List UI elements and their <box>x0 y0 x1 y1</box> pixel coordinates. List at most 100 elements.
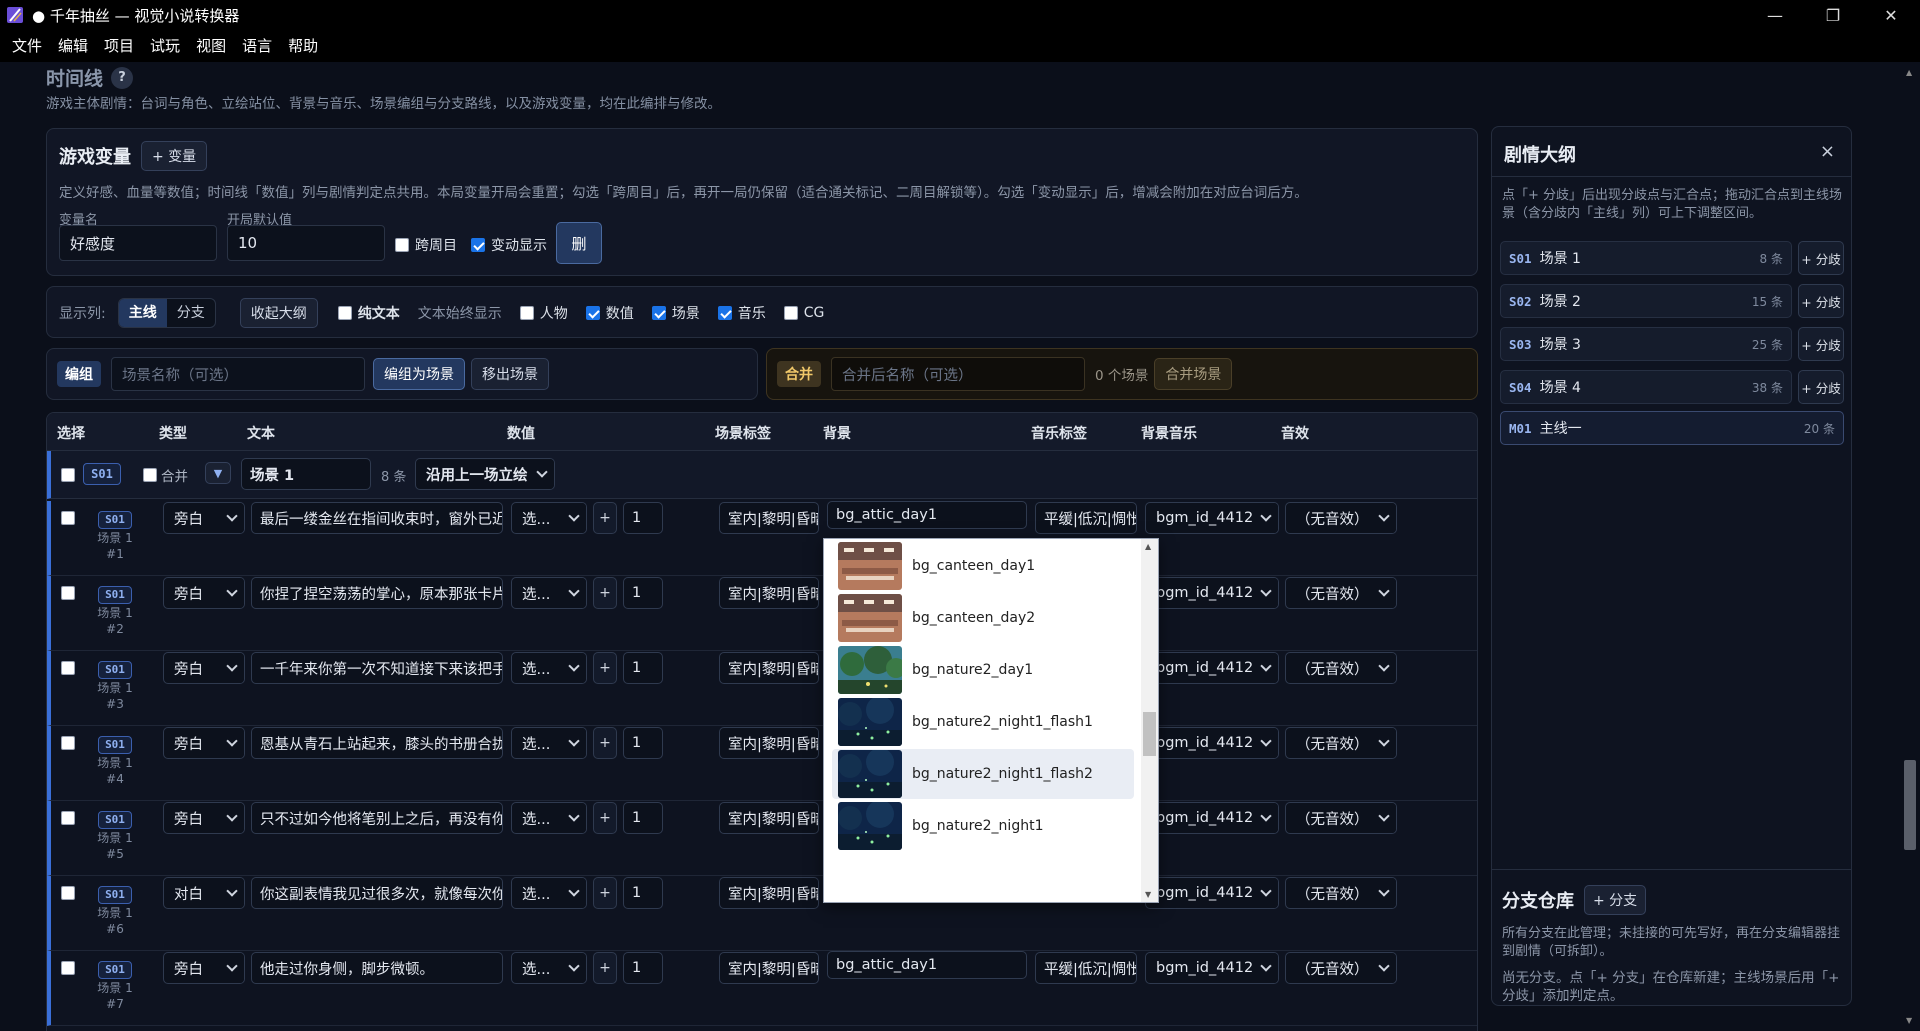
restore-button[interactable]: ❐ <box>1804 0 1862 30</box>
background-input[interactable]: bg_attic_day1 <box>827 951 1027 979</box>
close-window-button[interactable]: ✕ <box>1862 0 1920 30</box>
value-op-button[interactable]: + <box>593 577 617 609</box>
menu-file[interactable]: 文件 <box>4 30 50 62</box>
value-variable-select[interactable]: 选... <box>511 577 587 609</box>
scroll-thumb[interactable] <box>1143 712 1156 756</box>
add-fork-button[interactable]: + 分歧 <box>1798 370 1844 404</box>
scene-tag-input[interactable]: 室内|黎明|昏暗 <box>719 652 819 684</box>
type-select[interactable]: 旁白 <box>163 727 245 759</box>
dialogue-text-input[interactable]: 你捏了捏空荡荡的掌心，原本那张卡片 <box>251 577 503 609</box>
page-scroll-thumb[interactable] <box>1904 760 1916 850</box>
outline-scene-item[interactable]: S01 场景 1 8 条 <box>1500 241 1792 275</box>
background-option[interactable]: bg_nature2_night1_flash1 <box>832 697 1134 747</box>
help-icon[interactable]: ? <box>111 66 134 89</box>
value-box[interactable] <box>585 306 600 320</box>
background-option[interactable]: bg_nature2_night1_flash2 <box>832 749 1134 799</box>
value-op-button[interactable]: + <box>593 802 617 834</box>
dialogue-text-input[interactable]: 最后一缕金丝在指间收束时，窗外已近 <box>251 502 503 534</box>
menu-help[interactable]: 帮助 <box>280 30 326 62</box>
value-variable-select[interactable]: 选... <box>511 502 587 534</box>
value-op-button[interactable]: + <box>593 502 617 534</box>
page-scrollbar[interactable]: ▲ ▼ <box>1900 62 1920 1031</box>
character-checkbox[interactable]: 人物 <box>519 303 568 323</box>
scene-tag-input[interactable]: 室内|黎明|昏暗 <box>719 727 819 759</box>
outline-mainline[interactable]: M01 主线一 20 条 <box>1500 411 1844 445</box>
row-select-checkbox[interactable] <box>61 511 75 525</box>
outline-scene-item[interactable]: S04 场景 4 38 条 <box>1500 370 1792 404</box>
value-op-button[interactable]: + <box>593 952 617 984</box>
value-amount-input[interactable]: 1 <box>623 727 663 759</box>
scene-name-input[interactable]: 场景名称（可选） <box>111 357 365 391</box>
default-value-input[interactable]: 10 <box>227 225 385 261</box>
scene-tag-input[interactable]: 室内|黎明|昏暗 <box>719 952 819 984</box>
background-option[interactable]: bg_nature2_day1 <box>832 645 1134 695</box>
dialogue-text-input[interactable]: 他走过你身侧，脚步微顿。 <box>251 952 503 984</box>
type-select[interactable]: 旁白 <box>163 502 245 534</box>
row-select-checkbox[interactable] <box>61 661 75 675</box>
merged-name-input[interactable]: 合并后名称（可选） <box>831 357 1085 391</box>
value-op-button[interactable]: + <box>593 727 617 759</box>
value-variable-select[interactable]: 选... <box>511 877 587 909</box>
cross-playthrough-box[interactable] <box>395 238 409 252</box>
music-tag-input[interactable]: 平缓|低沉|惆怅 <box>1035 502 1137 534</box>
tab-mainline[interactable]: 主线 <box>118 299 167 327</box>
add-fork-button[interactable]: + 分歧 <box>1798 284 1844 318</box>
delete-variable-button[interactable]: 删 <box>556 222 602 264</box>
dialogue-text-input[interactable]: 你这副表情我见过很多次，就像每次你 <box>251 877 503 909</box>
background-option[interactable]: bg_nature2_night1 <box>832 801 1134 851</box>
scene-tag-input[interactable]: 室内|黎明|昏暗 <box>719 877 819 909</box>
value-amount-input[interactable]: 1 <box>623 877 663 909</box>
group-as-scene-button[interactable]: 编组为场景 <box>373 358 465 390</box>
scene-checkbox[interactable]: 场景 <box>651 303 700 323</box>
cg-box[interactable] <box>783 306 798 320</box>
menu-language[interactable]: 语言 <box>234 30 280 62</box>
cross-playthrough-checkbox[interactable]: 跨周目 <box>395 235 457 255</box>
plain-text-checkbox[interactable]: 纯文本 <box>337 303 400 323</box>
variable-name-input[interactable]: 好感度 <box>59 225 217 261</box>
show-change-box[interactable] <box>471 238 485 252</box>
scene-box[interactable] <box>651 306 666 320</box>
sfx-select[interactable]: （无音效） <box>1285 877 1397 909</box>
dialogue-text-input[interactable]: 只不过如今他将笔别上之后，再没有你 <box>251 802 503 834</box>
value-amount-input[interactable]: 1 <box>623 577 663 609</box>
bgm-select[interactable]: bgm_id_44125 <box>1145 877 1279 909</box>
page-scroll-up-icon[interactable]: ▲ <box>1906 68 1912 77</box>
value-variable-select[interactable]: 选... <box>511 952 587 984</box>
tab-branch[interactable]: 分支 <box>167 299 215 327</box>
scene-tag-input[interactable]: 室内|黎明|昏暗 <box>719 577 819 609</box>
bgm-select[interactable]: bgm_id_44125 <box>1145 952 1279 984</box>
sfx-select[interactable]: （无音效） <box>1285 652 1397 684</box>
menu-playtest[interactable]: 试玩 <box>142 30 188 62</box>
add-variable-button[interactable]: + 变量 <box>141 141 208 171</box>
sfx-select[interactable]: （无音效） <box>1285 802 1397 834</box>
music-checkbox[interactable]: 音乐 <box>717 303 766 323</box>
plain-text-box[interactable] <box>337 306 352 320</box>
type-select[interactable]: 旁白 <box>163 577 245 609</box>
bgm-select[interactable]: bgm_id_44125 <box>1145 577 1279 609</box>
merge-scenes-button[interactable]: 合并场景 <box>1154 358 1233 390</box>
collapse-outline-button[interactable]: 收起大纲 <box>239 298 318 328</box>
scene-merge-checkbox[interactable] <box>143 468 157 482</box>
background-input[interactable]: bg_attic_day1 <box>827 501 1027 529</box>
menu-edit[interactable]: 编辑 <box>50 30 96 62</box>
outline-scene-item[interactable]: S02 场景 2 15 条 <box>1500 284 1792 318</box>
row-select-checkbox[interactable] <box>61 811 75 825</box>
sfx-select[interactable]: （无音效） <box>1285 577 1397 609</box>
background-option[interactable]: bg_canteen_day2 <box>832 593 1134 643</box>
scene-select-checkbox[interactable] <box>61 468 75 482</box>
menu-view[interactable]: 视图 <box>188 30 234 62</box>
character-box[interactable] <box>519 306 534 320</box>
page-scroll-down-icon[interactable]: ▼ <box>1906 1016 1912 1025</box>
scene-tag-input[interactable]: 室内|黎明|昏暗 <box>719 502 819 534</box>
value-variable-select[interactable]: 选... <box>511 652 587 684</box>
row-select-checkbox[interactable] <box>61 586 75 600</box>
show-change-checkbox[interactable]: 变动显示 <box>471 235 547 255</box>
dropdown-scrollbar[interactable]: ▲ ▼ <box>1141 539 1158 902</box>
scroll-up-icon[interactable]: ▲ <box>1145 542 1151 551</box>
value-checkbox[interactable]: 数值 <box>585 303 634 323</box>
value-amount-input[interactable]: 1 <box>623 502 663 534</box>
value-amount-input[interactable]: 1 <box>623 652 663 684</box>
add-fork-button[interactable]: + 分歧 <box>1798 241 1844 275</box>
scroll-down-icon[interactable]: ▼ <box>1145 890 1151 899</box>
background-option[interactable]: bg_canteen_day1 <box>832 541 1134 591</box>
